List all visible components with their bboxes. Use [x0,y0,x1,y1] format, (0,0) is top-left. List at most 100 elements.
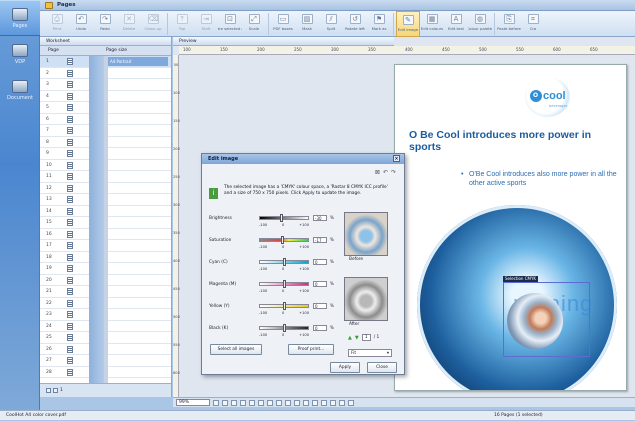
next-arrow-icon[interactable]: ▼ [355,335,359,341]
toolbar-colour-palette-button[interactable]: ◍ Colour palette [468,11,492,37]
first-page-icon[interactable] [285,399,291,406]
footer-value: 1 [60,388,63,393]
list-view-icon[interactable] [53,388,58,393]
grid-icon[interactable] [258,399,264,406]
toolbar-mark-as-button[interactable]: ⚑ Mark as [367,11,391,37]
adjust-value-input[interactable]: -17 [313,237,327,243]
toolbar-separator [167,13,168,35]
apply-button[interactable]: Apply [330,362,360,373]
adjust-value-input[interactable]: -30 [313,215,327,221]
dialog-title: Edit image [208,156,239,162]
app-logo-icon [45,1,53,9]
ruler-tick: 250 [173,175,180,179]
prev-page-icon[interactable] [294,399,300,406]
next-page-icon[interactable] [303,399,309,406]
pan-icon[interactable] [249,399,255,406]
adjust-value-input[interactable]: 0 [313,259,327,265]
nav-item-document[interactable]: Document [0,72,40,108]
page-thumbnail-icon [67,265,73,272]
slider-handle[interactable] [281,236,285,244]
page-thumbnail-icon [67,357,73,364]
toolbar-pdf-boxes-button[interactable]: ▭ PDF boxes [271,11,295,37]
toolbar-edit-colours-button[interactable]: ▦ Edit colours [420,11,444,37]
toolbar-split-button[interactable]: ⫽ Split [319,11,343,37]
single-page-icon[interactable] [321,399,327,406]
col-header-page[interactable]: Page [48,48,59,53]
adjust-value-input[interactable]: 0 [313,325,327,331]
select-all-images-button[interactable]: Select all images [210,344,262,355]
tab-preview[interactable]: Preview [173,37,394,46]
grid-view-icon[interactable] [46,388,51,393]
zoom-input[interactable]: 99% [176,399,210,406]
toolbar-clean-up-button[interactable]: ⌫ Clean-up [141,11,165,37]
slider-handle[interactable] [283,302,287,310]
undo-icon[interactable]: ↶ [383,169,388,176]
slider-handle[interactable] [279,214,283,222]
percent-sign: % [330,215,334,220]
scale-label: -100 [259,311,268,315]
marks-icon[interactable] [267,399,273,406]
page-thumbnail-icon [67,253,73,261]
proof-print-button[interactable]: Proof print... [288,344,334,355]
toolbar-print-button[interactable]: ⎙ Print [45,11,69,37]
close-button[interactable]: Close [367,362,397,373]
slider-handle[interactable] [283,258,287,266]
zoom-select-value: Fit [351,351,357,356]
ruler-icon[interactable] [276,399,282,406]
toolbar-label: PDF boxes [273,26,293,31]
clean-up-icon: ⌫ [147,14,159,24]
redo-icon[interactable]: ↷ [391,169,396,176]
adjust-value-input[interactable]: 0 [313,303,327,309]
toolbar-paste-before-button[interactable]: ⎘ Paste before [497,11,521,37]
nav-item-pages[interactable]: Pages [0,0,40,36]
ruler-tick: 200 [173,147,180,151]
toolbar-undo-button[interactable]: ↶ Undo [69,11,93,37]
reset-icon[interactable]: ⊠ [375,169,380,176]
nav-item-vdp[interactable]: VDP [0,36,40,72]
toolbar-centre-selected-area-button[interactable]: ⊡ Centre selected area [218,11,242,37]
slider-handle[interactable] [283,324,287,332]
logo-text: cool [543,90,566,102]
selection-box[interactable] [503,282,590,357]
toolbar-top-button[interactable]: ⤒ Top [170,11,194,37]
zoom-fit-icon[interactable] [231,399,237,406]
page-thumbnail-icon [67,276,73,284]
toolbar-cro-button[interactable]: ⌗ Cro [521,11,545,37]
close-icon[interactable]: × [393,155,400,162]
selected-page-size[interactable]: A4 Portrait [108,57,168,66]
toolbar-label: Edit colours [420,26,444,31]
toolbar-mask-button[interactable]: ▨ Mask [295,11,319,37]
slider-handle[interactable] [283,280,287,288]
toolbar-edit-image-button[interactable]: ✎ Edit image [396,11,420,37]
document-page[interactable]: O cool beverages O Be Cool introduces mo… [394,64,627,391]
tab-worksheet[interactable]: Worksheet [40,37,171,46]
toolbar-redo-button[interactable]: ↷ Redo [93,11,117,37]
after-thumbnail [344,277,388,321]
toolbar-edit-text-button[interactable]: A Edit text [444,11,468,37]
two-page-icon[interactable] [330,399,336,406]
page-thumbnail-icon [67,345,73,353]
thumbs-icon[interactable] [339,399,345,406]
spread-icon[interactable] [348,399,354,406]
adjust-saturation: Saturation -100 0 +100 -17% [209,235,339,259]
pages-table-header: Page Page size [40,46,171,56]
prev-arrow-icon[interactable]: ▲ [348,335,352,341]
page-number-input[interactable]: 1 [361,334,371,341]
zoom-out-icon[interactable] [222,399,228,406]
zoom-select[interactable]: Fit ▾ [348,349,392,357]
last-page-icon[interactable] [312,399,318,406]
toolbar-scale-button[interactable]: ⤢ Scale [242,11,266,37]
toolbar-shift-button[interactable]: ⇥ Shift [194,11,218,37]
toolbar-rotate-left-button[interactable]: ↺ Rotate left [343,11,367,37]
ruler-tick: 550 [173,343,180,347]
dialog-title-bar[interactable]: Edit image × [202,154,404,164]
col-header-page-size[interactable]: Page size [106,48,127,53]
toolbar-delete-button[interactable]: ✕ Delete [117,11,141,37]
after-label: After [349,322,360,327]
ruler-tick: 500 [479,47,487,52]
page-number: 13 [46,197,52,202]
adjust-slider-track[interactable] [259,216,309,220]
rotate-icon[interactable] [240,399,246,406]
adjust-value-input[interactable]: 0 [313,281,327,287]
zoom-in-icon[interactable] [213,399,219,406]
